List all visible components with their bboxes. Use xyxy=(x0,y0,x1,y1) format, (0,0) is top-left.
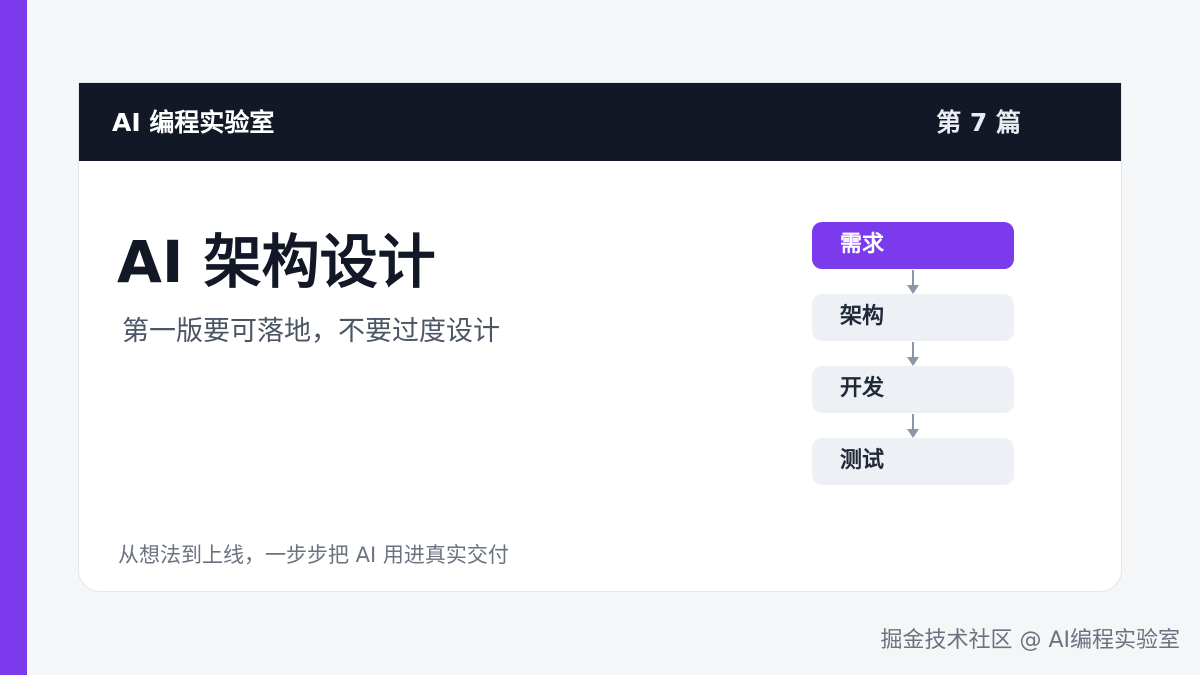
arrow-down-icon xyxy=(907,429,919,438)
source-watermark: 掘金技术社区 @ AI编程实验室 xyxy=(880,628,1180,653)
workflow-arrow xyxy=(907,414,919,439)
workflow-step-testing: 测试 xyxy=(812,438,1014,485)
brand-title: AI 编程实验室 xyxy=(112,108,275,137)
issue-label: 第 7 篇 xyxy=(936,108,1021,137)
workflow-step-architecture: 架构 xyxy=(812,294,1014,341)
workflow-arrow xyxy=(907,270,919,295)
arrow-down-icon xyxy=(907,357,919,366)
workflow-step-development: 开发 xyxy=(812,366,1014,413)
card-header: AI 编程实验室 第 7 篇 xyxy=(79,83,1121,161)
workflow-step-label: 需求 xyxy=(840,232,885,257)
arrow-down-icon xyxy=(907,285,919,294)
cover-card: AI 编程实验室 第 7 篇 AI 架构设计 第一版要可落地，不要过度设计 需求… xyxy=(78,82,1122,592)
workflow-arrow xyxy=(907,342,919,367)
workflow-step-label: 测试 xyxy=(840,448,885,473)
footer-tagline: 从想法到上线，一步步把 AI 用进真实交付 xyxy=(118,543,509,567)
page-title: AI 架构设计 xyxy=(117,228,436,296)
workflow-step-label: 架构 xyxy=(840,304,885,329)
page-subtitle: 第一版要可落地，不要过度设计 xyxy=(122,316,500,347)
workflow-diagram: 需求 架构 开发 测试 xyxy=(812,222,1014,487)
workflow-step-label: 开发 xyxy=(840,376,885,401)
workflow-step-requirements: 需求 xyxy=(812,222,1014,269)
left-accent-bar xyxy=(0,0,27,675)
